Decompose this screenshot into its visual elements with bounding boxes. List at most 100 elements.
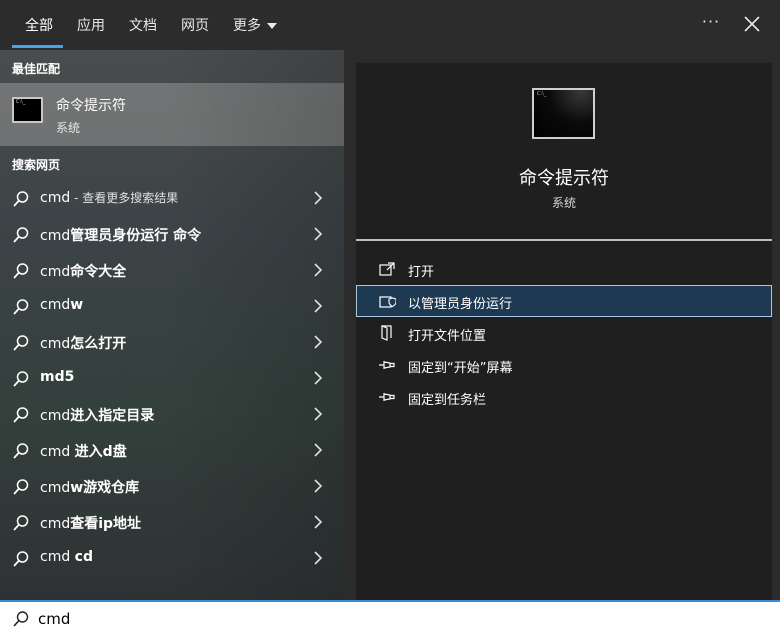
tab-more-label: 更多	[233, 18, 261, 34]
chevron-right-icon	[314, 551, 323, 565]
tab-all-label: 全部	[25, 18, 53, 34]
web-result-prefix: cmd	[40, 336, 71, 352]
file-location-icon	[381, 325, 392, 341]
web-result-item[interactable]: cmd管理员身份运行 命令	[0, 216, 344, 252]
search-icon	[13, 335, 29, 351]
search-icon	[13, 551, 29, 567]
web-result-item[interactable]: cmdw	[0, 288, 344, 324]
web-result-bold: 进入指定目录	[70, 408, 155, 424]
web-result-prefix: cmd	[40, 444, 75, 460]
shield-icon	[379, 296, 396, 308]
best-match-subtitle: 系统	[56, 121, 81, 135]
filter-bar: 全部 应用 文档 网页 更多 ···	[0, 0, 780, 50]
search-icon	[13, 479, 29, 495]
chevron-right-icon	[314, 479, 323, 493]
web-result-item[interactable]: cmdw游戏仓库	[0, 468, 344, 504]
close-icon[interactable]	[742, 14, 762, 34]
web-search-heading: 搜索网页	[12, 158, 61, 172]
command-prompt-icon: C:\_	[532, 88, 595, 139]
web-result-item[interactable]: cmd进入指定目录	[0, 396, 344, 432]
pin-icon	[379, 393, 395, 401]
web-result-bold: 管理员身份运行 命令	[70, 228, 202, 244]
divider	[356, 239, 772, 241]
web-result-bold: w	[70, 297, 84, 313]
web-result-prefix: cmd	[40, 297, 71, 313]
action-label: 固定到“开始”屏幕	[408, 361, 513, 376]
web-result-bold: 进入d盘	[74, 444, 127, 460]
web-results-list: cmd - 查看更多搜索结果 cmd管理员身份运行 命令 cmd命令大全 cmd…	[0, 180, 344, 576]
best-match-title: 命令提示符	[56, 98, 126, 114]
action-list: 打开 以管理员身份运行 打开文件位置 固定到“开始”屏幕 固定到任务栏	[356, 253, 772, 413]
web-result-item[interactable]: cmd怎么打开	[0, 324, 344, 360]
action-pin-to-taskbar[interactable]: 固定到任务栏	[356, 381, 772, 413]
web-result-bold: md5	[40, 369, 75, 385]
search-icon	[13, 191, 29, 207]
web-result-item[interactable]: cmd - 查看更多搜索结果	[0, 180, 344, 216]
tab-web[interactable]: 网页	[181, 14, 209, 36]
web-result-prefix: cmd	[40, 516, 71, 532]
web-result-prefix: cmd	[40, 408, 71, 424]
chevron-right-icon	[314, 515, 323, 529]
search-icon	[13, 227, 29, 243]
web-result-item[interactable]: cmd命令大全	[0, 252, 344, 288]
action-pin-to-start[interactable]: 固定到“开始”屏幕	[356, 349, 772, 381]
command-prompt-icon: C:\_	[12, 97, 43, 123]
active-tab-indicator	[12, 45, 63, 48]
open-icon	[379, 262, 395, 276]
tab-all[interactable]: 全部	[25, 14, 53, 36]
search-icon	[13, 515, 29, 531]
search-input[interactable]	[38, 608, 738, 630]
web-result-bold: 怎么打开	[70, 336, 127, 352]
more-options-icon[interactable]: ···	[700, 12, 722, 34]
caret-down-icon	[267, 23, 277, 29]
action-label: 打开	[408, 265, 435, 280]
chevron-right-icon	[314, 335, 323, 349]
tab-documents-label: 文档	[129, 18, 157, 34]
chevron-right-icon	[314, 407, 323, 421]
web-result-item[interactable]: cmd查看ip地址	[0, 504, 344, 540]
chevron-right-icon	[314, 191, 323, 205]
web-result-bold: cd	[74, 549, 93, 565]
web-result-item[interactable]: cmd cd	[0, 540, 344, 576]
search-icon	[13, 299, 29, 315]
web-result-prefix: cmd	[40, 228, 71, 244]
web-result-bold: w游戏仓库	[70, 480, 140, 496]
web-result-item[interactable]: md5	[0, 360, 344, 396]
action-open[interactable]: 打开	[356, 253, 772, 285]
search-icon	[13, 371, 29, 387]
web-result-bold: 查看ip地址	[70, 516, 142, 532]
search-icon	[13, 407, 29, 423]
pin-icon	[379, 361, 395, 369]
tab-documents[interactable]: 文档	[129, 14, 157, 36]
chevron-right-icon	[314, 227, 323, 241]
detail-panel: C:\_ 命令提示符 系统 打开 以管理员身份运行 打开文件位置 固定到“开始”…	[356, 63, 772, 600]
best-match-heading: 最佳匹配	[12, 62, 61, 76]
search-icon	[13, 443, 29, 459]
action-label: 固定到任务栏	[408, 393, 487, 408]
search-icon	[13, 611, 29, 627]
web-result-item[interactable]: cmd 进入d盘	[0, 432, 344, 468]
best-match-item[interactable]: C:\_ 命令提示符 系统	[0, 83, 344, 146]
action-run-as-admin[interactable]: 以管理员身份运行	[356, 285, 772, 317]
action-label: 以管理员身份运行	[408, 297, 513, 312]
chevron-right-icon	[314, 371, 323, 385]
web-result-suffix: - 查看更多搜索结果	[70, 191, 179, 205]
tab-apps[interactable]: 应用	[77, 14, 105, 36]
web-result-prefix: cmd	[40, 190, 71, 206]
search-icon	[13, 263, 29, 279]
chevron-right-icon	[314, 263, 323, 277]
chevron-right-icon	[314, 443, 323, 457]
web-result-bold: 命令大全	[70, 264, 127, 280]
web-result-prefix: cmd	[40, 264, 71, 280]
detail-subtitle: 系统	[551, 196, 576, 210]
search-bar	[0, 600, 780, 635]
tab-more[interactable]: 更多	[233, 14, 277, 36]
chevron-right-icon	[314, 299, 323, 313]
tab-apps-label: 应用	[77, 18, 105, 34]
detail-title: 命令提示符	[519, 168, 609, 189]
web-result-prefix: cmd	[40, 480, 71, 496]
web-result-prefix: cmd	[40, 549, 75, 565]
action-open-file-location[interactable]: 打开文件位置	[356, 317, 772, 349]
action-label: 打开文件位置	[408, 329, 487, 344]
results-panel: 最佳匹配 C:\_ 命令提示符 系统 搜索网页 cmd - 查看更多搜索结果 c…	[0, 50, 344, 600]
